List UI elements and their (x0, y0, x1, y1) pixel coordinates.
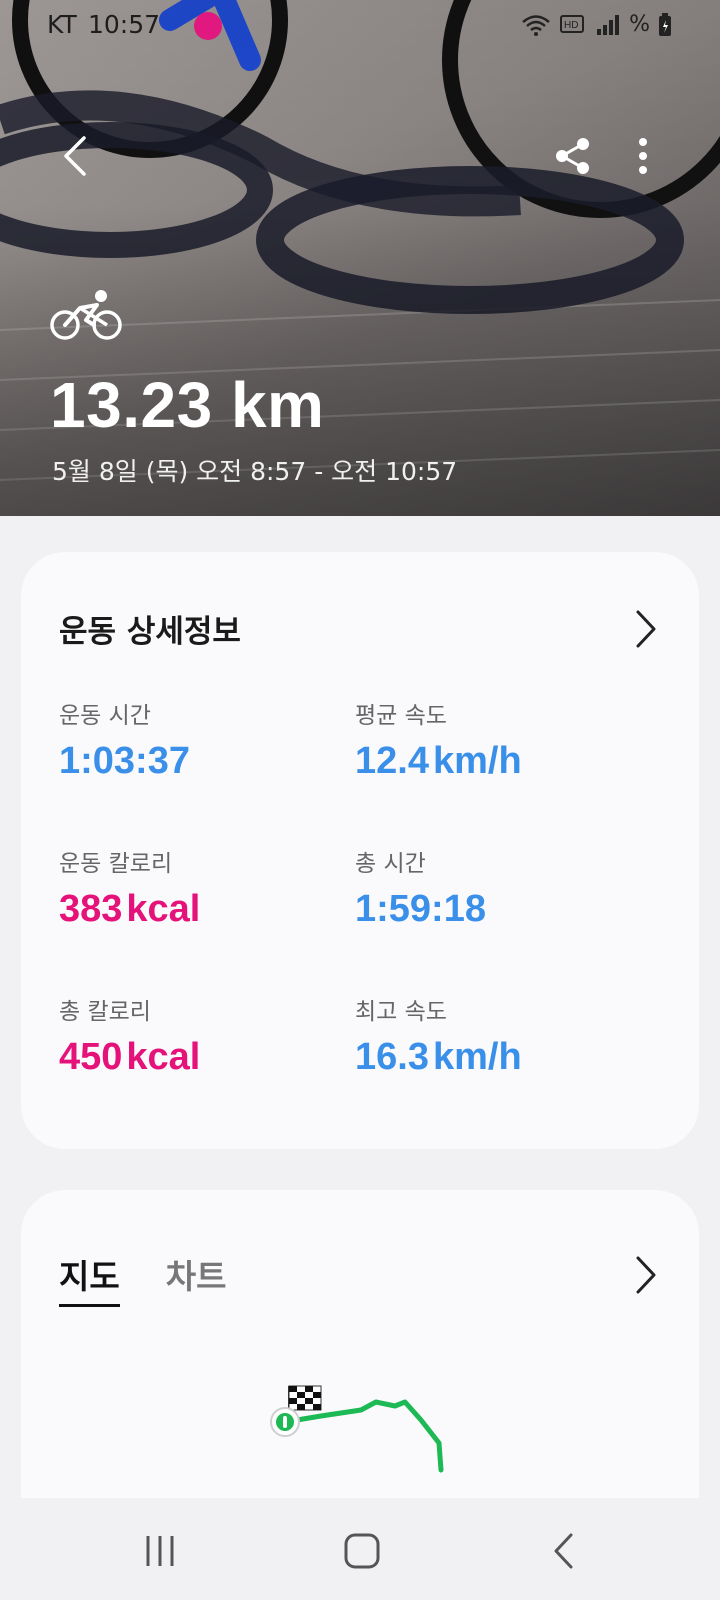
status-bar: KT 10:57 HD % (0, 0, 720, 52)
start-marker-icon (270, 1407, 300, 1437)
back-icon (554, 1533, 573, 1569)
stat-label: 운동 시간 (59, 703, 151, 729)
system-icons: HD % (521, 12, 672, 37)
svg-text:HD: HD (564, 20, 578, 31)
stat-unit: km/h (432, 1036, 522, 1078)
stat-total-time: 총 시간 1:59:18 (355, 844, 486, 931)
stat-number: 383 (59, 888, 123, 930)
map-chart-tabs: 지도 차트 (59, 1250, 226, 1307)
stat-workout-time: 운동 시간 1:03:37 (59, 696, 190, 783)
stat-value: 12.4 km/h (355, 740, 522, 783)
stat-unit: kcal (126, 888, 201, 930)
signal-icon (597, 14, 620, 35)
home-icon (344, 1533, 380, 1569)
chevron-right-icon (636, 610, 656, 648)
chevron-right-icon (636, 1256, 656, 1294)
stat-value: 450 kcal (59, 1036, 200, 1079)
tab-chart[interactable]: 차트 (166, 1250, 227, 1307)
app-notification-icon (194, 12, 222, 40)
back-arrow-icon (64, 136, 86, 176)
stat-label: 총 시간 (355, 851, 426, 877)
carrier-label: KT (47, 10, 77, 39)
stat-average-speed: 평균 속도 12.4 km/h (355, 696, 522, 783)
stat-label: 총 칼로리 (59, 999, 151, 1025)
stat-number: 450 (59, 1036, 123, 1078)
share-icon (556, 138, 589, 174)
stat-unit: kcal (126, 1036, 201, 1078)
stat-value: 1:59:18 (355, 888, 486, 931)
recent-apps-icon (146, 1536, 174, 1566)
battery-icon (659, 12, 671, 36)
stat-value: 16.3 km/h (355, 1036, 522, 1079)
more-options-icon (639, 138, 647, 174)
distance-value: 13.23 km (50, 369, 325, 441)
home-button[interactable] (332, 1526, 392, 1576)
route-line (282, 1399, 444, 1473)
stat-label: 평균 속도 (355, 703, 447, 729)
details-title: 운동 상세정보 (59, 614, 241, 650)
stat-total-calories: 총 칼로리 450 kcal (59, 992, 200, 1079)
clock: 10:57 (88, 10, 161, 39)
more-options-button[interactable] (615, 128, 671, 184)
stat-workout-calories: 운동 칼로리 383 kcal (59, 844, 200, 931)
workout-date-range: 5월 8일 (목) 오전 8:57 - 오전 10:57 (52, 457, 458, 486)
hd-call-icon: HD (560, 14, 585, 33)
battery-percent-label: % (629, 12, 650, 37)
stat-value: 383 kcal (59, 888, 200, 931)
stat-number: 16.3 (355, 1036, 429, 1078)
stat-label: 운동 칼로리 (59, 851, 173, 877)
stat-number: 1:03:37 (59, 740, 190, 782)
stat-label: 최고 속도 (355, 999, 447, 1025)
share-button[interactable] (545, 128, 601, 184)
stat-number: 1:59:18 (355, 888, 486, 930)
system-navigation-bar (0, 1498, 720, 1600)
workout-details-card: 운동 상세정보 운동 시간 1:03:37 평균 속도 12.4 km/h 운동 … (21, 552, 699, 1149)
hero-banner: KT 10:57 HD % 13.23 km 5월 8일 (목) 오전 8:57… (0, 0, 720, 516)
recent-apps-button[interactable] (130, 1526, 190, 1576)
stat-max-speed: 최고 속도 16.3 km/h (355, 992, 522, 1079)
stat-value: 1:03:37 (59, 740, 190, 783)
system-back-button[interactable] (534, 1526, 594, 1576)
back-button[interactable] (48, 128, 104, 184)
stat-unit: km/h (432, 740, 522, 782)
details-expand-button[interactable] (621, 604, 671, 654)
bike-icon (50, 290, 122, 340)
map-expand-button[interactable] (621, 1250, 671, 1300)
stat-number: 12.4 (355, 740, 429, 782)
wifi-icon (522, 14, 550, 36)
tab-map[interactable]: 지도 (59, 1250, 120, 1307)
